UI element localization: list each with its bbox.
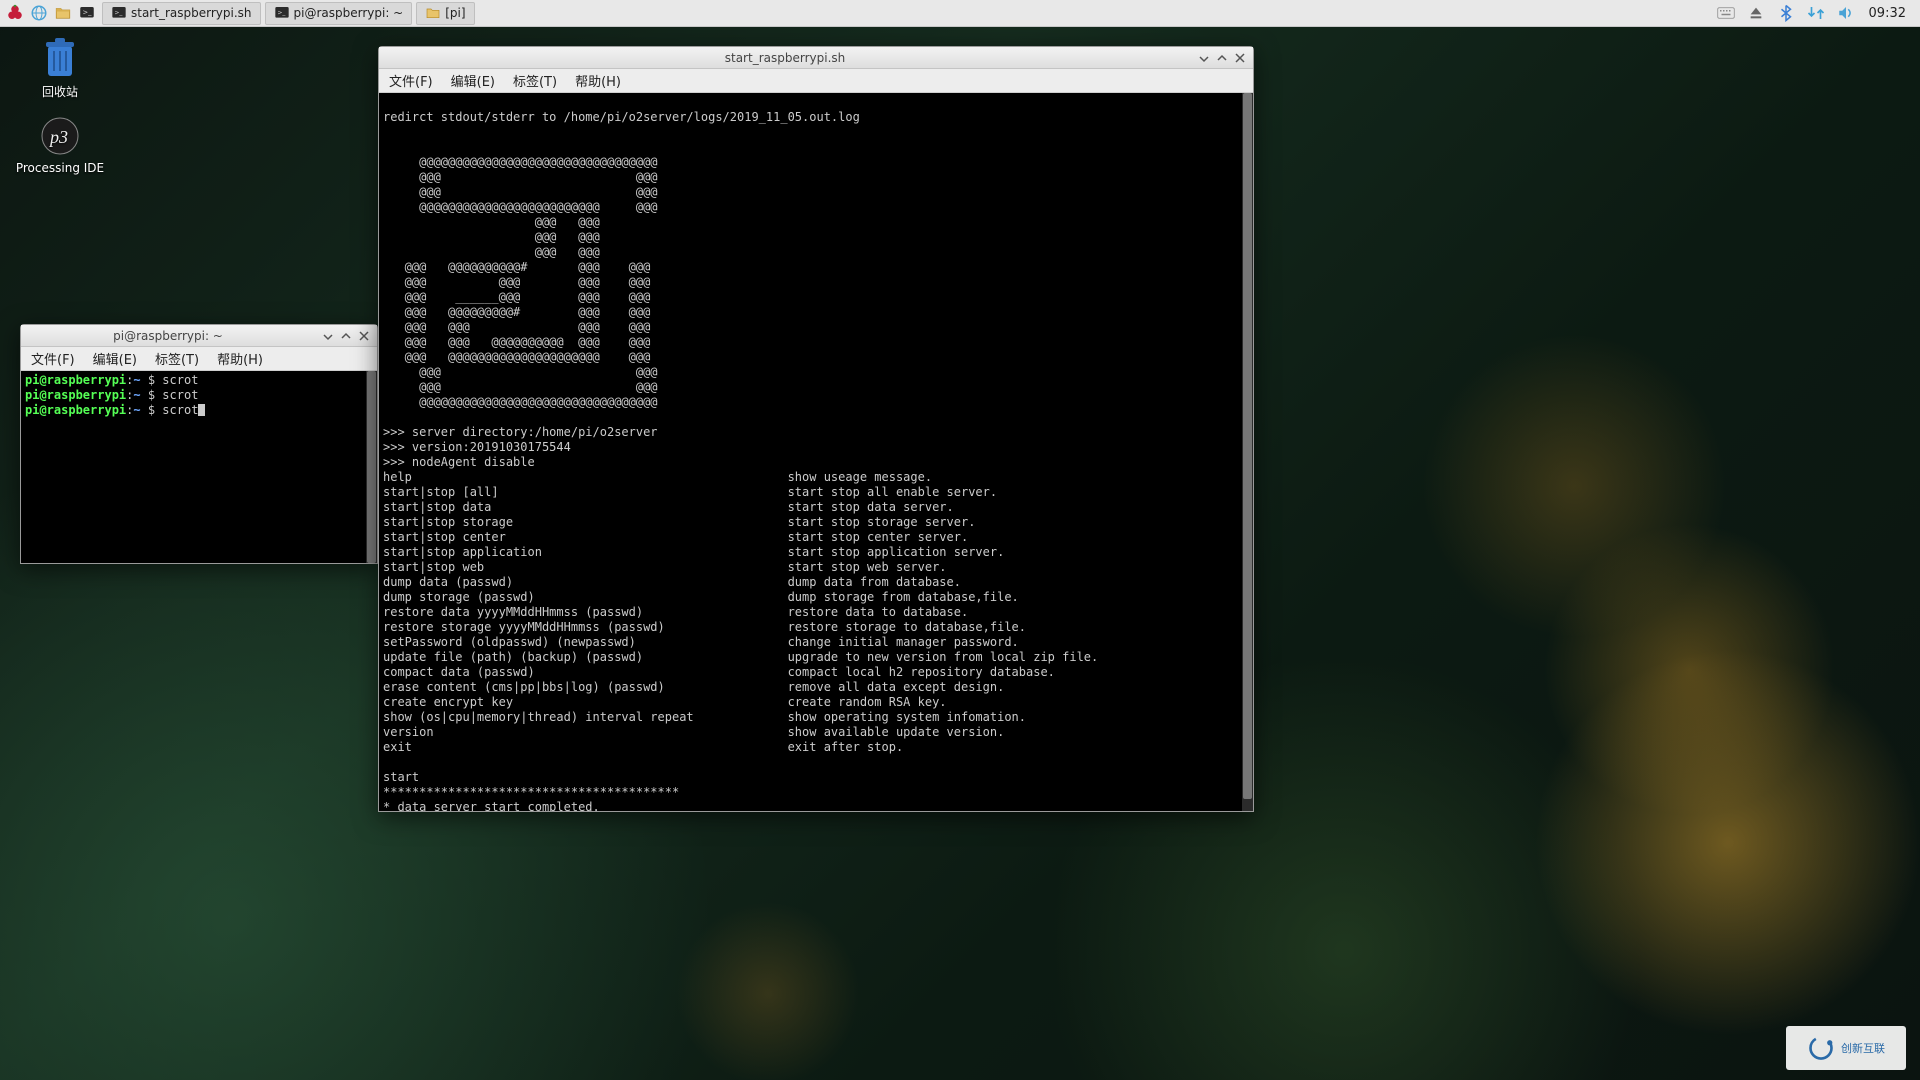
- watermark-icon: [1807, 1034, 1835, 1062]
- taskbar-item-folder[interactable]: [pi]: [416, 2, 474, 25]
- titlebar[interactable]: start_raspberrypi.sh: [379, 47, 1253, 69]
- taskbar-item-terminal[interactable]: >_ pi@raspberrypi: ~: [265, 2, 413, 25]
- web-browser-icon[interactable]: [28, 2, 50, 24]
- menu-edit[interactable]: 编辑(E): [451, 71, 495, 90]
- terminal-launcher-icon[interactable]: >_: [76, 2, 98, 24]
- window-small-terminal: pi@raspberrypi: ~ 文件(F) 编辑(E) 标签(T) 帮助(H…: [20, 324, 378, 564]
- menubar: 文件(F) 编辑(E) 标签(T) 帮助(H): [21, 347, 377, 371]
- maximize-button[interactable]: [339, 329, 353, 343]
- top-panel: >_ >_ start_raspberrypi.sh >_ pi@raspber…: [0, 0, 1920, 27]
- watermark: 创新互联: [1786, 1026, 1906, 1070]
- folder-icon: [425, 5, 441, 21]
- window-big-terminal: start_raspberrypi.sh 文件(F) 编辑(E) 标签(T) 帮…: [378, 46, 1254, 812]
- bluetooth-icon[interactable]: [1775, 2, 1797, 24]
- eject-icon[interactable]: [1745, 2, 1767, 24]
- menu-file[interactable]: 文件(F): [31, 349, 75, 368]
- panel-clock[interactable]: 09:32: [1865, 6, 1910, 21]
- terminal-icon: >_: [111, 5, 127, 21]
- terminal-icon: >_: [274, 5, 290, 21]
- taskbar-item-start-script[interactable]: >_ start_raspberrypi.sh: [102, 2, 261, 25]
- menu-edit[interactable]: 编辑(E): [93, 349, 137, 368]
- terminal-output: redirct stdout/stderr to /home/pi/o2serv…: [383, 110, 1253, 811]
- close-button[interactable]: [1233, 51, 1247, 65]
- menu-help[interactable]: 帮助(H): [575, 71, 621, 90]
- taskbar-item-label: [pi]: [445, 6, 465, 20]
- desktop-trash[interactable]: 回收站: [20, 36, 100, 100]
- file-manager-icon[interactable]: [52, 2, 74, 24]
- window-title: pi@raspberrypi: ~: [21, 329, 315, 343]
- minimize-button[interactable]: [1197, 51, 1211, 65]
- app-menu-icon[interactable]: [4, 2, 26, 24]
- maximize-button[interactable]: [1215, 51, 1229, 65]
- menu-file[interactable]: 文件(F): [389, 71, 433, 90]
- desktop-processing[interactable]: p3 Processing IDE: [10, 114, 110, 175]
- processing-icon: p3: [38, 114, 82, 158]
- desktop-trash-label: 回收站: [20, 83, 100, 100]
- menu-help[interactable]: 帮助(H): [217, 349, 263, 368]
- window-title: start_raspberrypi.sh: [379, 51, 1191, 65]
- watermark-text: 创新互联: [1841, 1040, 1885, 1056]
- network-icon[interactable]: [1805, 2, 1827, 24]
- keyboard-icon[interactable]: [1715, 2, 1737, 24]
- scrollbar[interactable]: [366, 371, 377, 563]
- svg-text:>_: >_: [277, 9, 286, 16]
- menubar: 文件(F) 编辑(E) 标签(T) 帮助(H): [379, 69, 1253, 93]
- taskbar-item-label: start_raspberrypi.sh: [131, 6, 252, 20]
- svg-text:>_: >_: [114, 9, 123, 16]
- trash-icon: [38, 36, 82, 80]
- titlebar[interactable]: pi@raspberrypi: ~: [21, 325, 377, 347]
- menu-tabs[interactable]: 标签(T): [155, 349, 199, 368]
- menu-tabs[interactable]: 标签(T): [513, 71, 557, 90]
- svg-text:>_: >_: [83, 9, 93, 17]
- terminal-content[interactable]: redirct stdout/stderr to /home/pi/o2serv…: [379, 93, 1253, 811]
- minimize-button[interactable]: [321, 329, 335, 343]
- close-button[interactable]: [357, 329, 371, 343]
- taskbar-item-label: pi@raspberrypi: ~: [294, 6, 404, 20]
- volume-icon[interactable]: [1835, 2, 1857, 24]
- svg-text:p3: p3: [48, 127, 68, 147]
- terminal-content[interactable]: pi@raspberrypi:~ $ scrot pi@raspberrypi:…: [21, 371, 377, 563]
- scrollbar[interactable]: [1242, 93, 1253, 811]
- desktop-processing-label: Processing IDE: [10, 161, 110, 175]
